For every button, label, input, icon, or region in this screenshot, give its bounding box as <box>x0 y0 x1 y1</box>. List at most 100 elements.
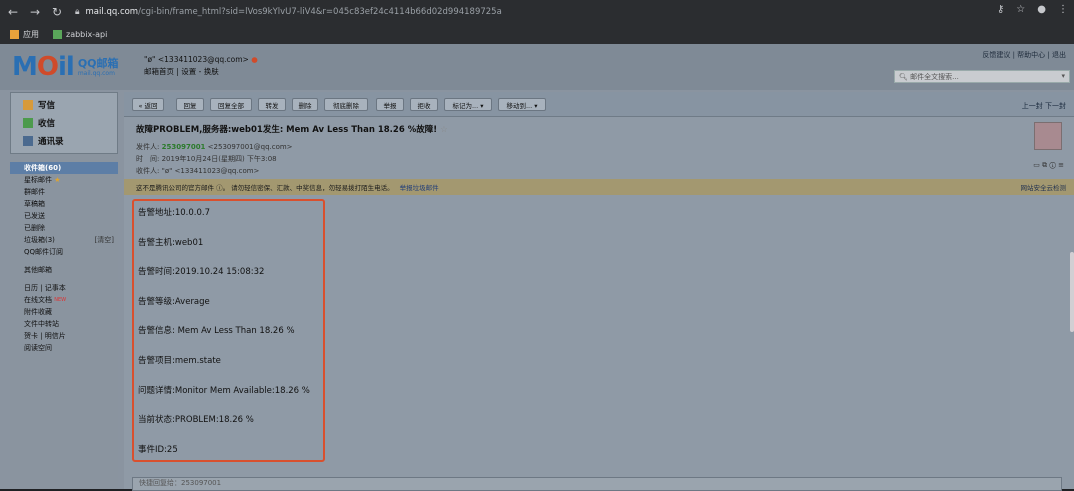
from-address: <253097001@qq.com> <box>207 143 293 151</box>
contacts-icon <box>23 136 33 146</box>
sidebar-item-calendar[interactable]: 日历 | 记事本 <box>10 282 118 294</box>
bookmarks-bar: 应用 zabbix-api <box>0 24 1074 44</box>
url-path: /cgi-bin/frame_html?sid=lVos9kYlvU7-liV4… <box>138 7 502 17</box>
body-line: 告警等级:Average <box>138 297 210 307</box>
bookmark-zabbix[interactable]: zabbix-api <box>53 29 107 39</box>
user-links[interactable]: 邮箱首页 | 设置 - 换肤 <box>144 66 258 78</box>
chevron-down-icon[interactable]: ▾ <box>1061 72 1065 80</box>
menu-icon[interactable]: ⋮ <box>1058 4 1068 15</box>
key-icon[interactable]: ⚷ <box>997 4 1004 15</box>
info-icon[interactable]: ⓘ <box>1049 161 1056 169</box>
sidebar: 写信 收信 通讯录 收件箱(60) 星标邮件 ★ 群邮件 草稿箱 已发送 已删除… <box>10 92 118 489</box>
mail-subject: 故障PROBLEM,服务器:web01发生: Mem Av Less Than … <box>136 123 448 135</box>
body-line: 告警信息: Mem Av Less Than 18.26 % <box>138 326 295 336</box>
from-name[interactable]: 253097001 <box>162 143 206 151</box>
forward-button[interactable]: 转发 <box>258 98 286 111</box>
reply-button[interactable]: 回复 <box>176 98 204 111</box>
logo-subtitle: mail.qq.com <box>77 69 115 77</box>
sidebar-item-file-transfer[interactable]: 文件中转站 <box>10 318 118 330</box>
user-line: "ø" <133411023@qq.com> <box>144 55 249 64</box>
bookmark-apps[interactable]: 应用 <box>10 29 39 40</box>
search-icon: 🔍︎ <box>899 72 908 81</box>
subject-text: 故障PROBLEM,服务器:web01发生: Mem Av Less Than … <box>136 125 438 135</box>
delete-button[interactable]: 删除 <box>292 98 318 111</box>
account-icon[interactable]: ● <box>1037 4 1046 15</box>
back-button[interactable]: « 返回 <box>132 98 164 111</box>
mail-logo[interactable]: MOil QQ邮箱 mail.qq.com <box>12 52 119 82</box>
move-to-dropdown[interactable]: 移动到... ▾ <box>498 98 546 111</box>
apps-icon <box>10 29 19 39</box>
sidebar-item-other-mailboxes[interactable]: 其他邮箱 <box>10 264 118 276</box>
reject-button[interactable]: 拒收 <box>410 98 438 111</box>
reload-icon[interactable]: ↻ <box>48 3 66 21</box>
security-check-link[interactable]: 网站安全云检测 <box>1021 182 1067 192</box>
sidebar-item-drafts[interactable]: 草稿箱 <box>10 198 118 210</box>
body-line: 告警项目:mem.state <box>138 356 221 366</box>
search-input[interactable]: 🔍︎ 邮件全文搜索... ▾ <box>894 70 1070 83</box>
page: MOil QQ邮箱 mail.qq.com "ø" <133411023@qq.… <box>0 44 1074 491</box>
inbox-icon <box>23 118 33 128</box>
new-window-icon[interactable]: ⧉ <box>1042 161 1047 169</box>
sidebar-item-inbox[interactable]: 收件箱(60) <box>10 162 118 174</box>
top-links[interactable]: 反馈建议 | 帮助中心 | 退出 <box>982 50 1066 60</box>
menu-icon[interactable]: ≡ <box>1058 161 1064 169</box>
warning-text: 这不是腾讯公司的官方邮件 ⓘ。 请勿轻信密保、汇款、中奖信息，勿轻易拨打陌生电话… <box>136 184 394 192</box>
status-dot-icon: ● <box>251 55 258 64</box>
sidebar-item-reading[interactable]: 阅读空间 <box>10 342 118 354</box>
address-bar[interactable]: 🔒︎ mail.qq.com /cgi-bin/frame_html?sid=l… <box>75 4 502 20</box>
mail-toolbar: « 返回 回复 回复全部 转发 删除 彻底删除 举报 拒收 标记为... ▾ 移… <box>124 92 1074 117</box>
contacts-button[interactable]: 通讯录 <box>23 135 64 147</box>
user-address: "ø" <133411023@qq.com> ● <box>144 54 258 66</box>
browser-actions: ⚷ ☆ ● ⋮ <box>997 4 1068 15</box>
search-placeholder: 邮件全文搜索... <box>910 72 959 81</box>
mail-body: 告警地址:10.0.0.7 告警主机:web01 告警时间:2019.10.24… <box>124 196 1074 491</box>
url-host: mail.qq.com <box>85 7 139 17</box>
sidebar-item-subscriptions[interactable]: QQ邮件订阅 <box>10 246 118 258</box>
sidebar-item-group[interactable]: 群邮件 <box>10 186 118 198</box>
lock-icon: 🔒︎ <box>75 7 80 17</box>
body-line: 问题详情:Monitor Mem Available:18.26 % <box>138 386 310 396</box>
compose-button[interactable]: 写信 <box>23 99 55 111</box>
body-line: 告警地址:10.0.0.7 <box>138 208 211 218</box>
logo-title: QQ邮箱 <box>77 56 119 70</box>
to-label: 收件人: <box>136 167 160 175</box>
sidebar-item-deleted[interactable]: 已删除 <box>10 222 118 234</box>
pencil-icon <box>23 100 33 110</box>
star-icon[interactable]: ☆ <box>1016 4 1025 15</box>
report-button[interactable]: 举报 <box>376 98 404 111</box>
mail-view: « 返回 回复 回复全部 转发 删除 彻底删除 举报 拒收 标记为... ▾ 移… <box>124 92 1074 491</box>
sidebar-item-sent[interactable]: 已发送 <box>10 210 118 222</box>
clear-spam-link[interactable]: [清空] <box>95 234 114 246</box>
back-icon[interactable]: ← <box>4 3 22 21</box>
star-icon[interactable]: ☆ <box>440 125 448 135</box>
mail-tools: ▭ ⧉ ⓘ ≡ <box>1033 161 1064 170</box>
sidebar-item-attachments[interactable]: 附件收藏 <box>10 306 118 318</box>
mark-as-dropdown[interactable]: 标记为... ▾ <box>444 98 492 111</box>
sidebar-actions: 写信 收信 通讯录 <box>10 92 118 154</box>
report-spam-link[interactable]: 举报垃圾邮件 <box>400 182 439 192</box>
logo-text: QQ邮箱 mail.qq.com <box>78 58 119 77</box>
sidebar-item-docs[interactable]: 在线文档 NEW <box>10 294 118 306</box>
body-line: 告警时间:2019.10.24 15:08:32 <box>138 267 265 277</box>
address-row: ← → ↻ 🔒︎ mail.qq.com /cgi-bin/frame_html… <box>0 0 1074 24</box>
to-value: "ø" <133411023@qq.com> <box>161 167 260 175</box>
sidebar-item-spam[interactable]: 垃圾箱(3) [清空] <box>10 234 118 246</box>
scrollbar[interactable] <box>1070 252 1074 332</box>
receive-button[interactable]: 收信 <box>23 117 55 129</box>
delete-permanently-button[interactable]: 彻底删除 <box>324 98 368 111</box>
sidebar-item-cards[interactable]: 贺卡 | 明信片 <box>10 330 118 342</box>
forward-icon[interactable]: → <box>26 3 44 21</box>
avatar[interactable] <box>1034 122 1062 150</box>
star-icon: ★ <box>54 176 61 184</box>
logo-mark: MOil <box>12 52 75 82</box>
security-warning: 这不是腾讯公司的官方邮件 ⓘ。 请勿轻信密保、汇款、中奖信息，勿轻易拨打陌生电话… <box>124 179 1074 195</box>
compose-label: 写信 <box>38 101 56 111</box>
sidebar-item-starred[interactable]: 星标邮件 ★ <box>10 174 118 186</box>
mail-header: MOil QQ邮箱 mail.qq.com "ø" <133411023@qq.… <box>0 44 1074 90</box>
print-icon[interactable]: ▭ <box>1033 161 1040 169</box>
reply-all-button[interactable]: 回复全部 <box>210 98 252 111</box>
body-line: 事件ID:25 <box>138 445 178 455</box>
prev-next-links[interactable]: 上一封 下一封 <box>1022 101 1066 111</box>
time-value: 2019年10月24日(星期四) 下午3:08 <box>161 155 277 163</box>
new-badge: NEW <box>54 297 67 303</box>
